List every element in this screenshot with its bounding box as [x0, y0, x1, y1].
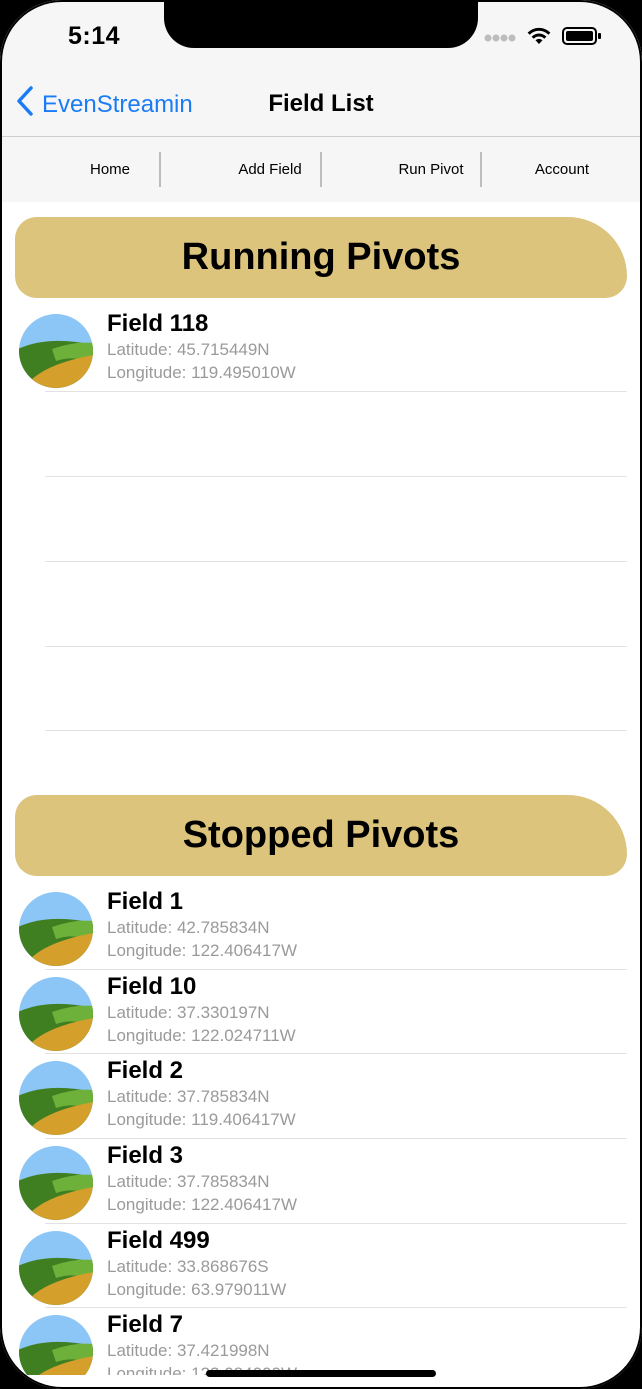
row-separator [45, 730, 627, 731]
row-separator [45, 646, 627, 647]
toolbar-divider [159, 152, 161, 187]
toolbar: Home Add Field Run Pivot Account [0, 137, 642, 202]
field-name: Field 499 [107, 1227, 210, 1254]
status-icons [484, 26, 602, 51]
field-row-stopped[interactable]: Field 2 Latitude: 37.785834N Longitude: … [0, 1053, 642, 1138]
field-name: Field 10 [107, 973, 197, 1000]
field-latitude: Latitude: 33.868676S [107, 1257, 269, 1276]
field-name: Field 1 [107, 888, 184, 915]
field-landscape-icon [18, 313, 94, 389]
field-landscape-icon [18, 1230, 94, 1306]
row-separator [45, 561, 627, 562]
page-title: Field List [268, 90, 374, 117]
running-pivots-header: Running Pivots [15, 217, 627, 298]
stopped-pivots-header: Stopped Pivots [15, 795, 627, 876]
home-indicator[interactable] [206, 1370, 436, 1377]
wifi-icon [526, 26, 552, 51]
field-longitude: Longitude: 63.979011W [107, 1280, 287, 1299]
phone-screen: 5:14 EvenStreamin Field List Home Add Fi… [0, 0, 642, 1389]
field-latitude: Latitude: 42.785834N [107, 918, 270, 937]
notch [164, 0, 478, 48]
field-latitude: Latitude: 37.785834N [107, 1172, 270, 1191]
field-latitude: Latitude: 37.421998N [107, 1341, 270, 1360]
field-landscape-icon [18, 976, 94, 1052]
field-longitude: Longitude: 122.406417W [107, 1195, 297, 1214]
field-row-stopped[interactable]: Field 1 Latitude: 42.785834N Longitude: … [0, 884, 642, 969]
battery-icon [562, 26, 602, 51]
field-name: Field 3 [107, 1142, 184, 1169]
toolbar-divider [480, 152, 482, 187]
field-name: Field 7 [107, 1311, 184, 1338]
field-latitude: Latitude: 45.715449N [107, 340, 270, 359]
account-button[interactable]: Account [492, 137, 632, 202]
row-separator [45, 476, 627, 477]
field-longitude: Longitude: 119.495010W [107, 363, 296, 382]
navigation-bar: EvenStreamin Field List [0, 70, 642, 137]
field-longitude: Longitude: 122.024711W [107, 1026, 296, 1045]
field-longitude: Longitude: 122.406417W [107, 941, 297, 960]
field-row-stopped[interactable]: Field 7 Latitude: 37.421998N Longitude: … [0, 1307, 642, 1375]
field-row-stopped[interactable]: Field 499 Latitude: 33.868676S Longitude… [0, 1223, 642, 1308]
field-landscape-icon [18, 1314, 94, 1375]
field-landscape-icon [18, 1145, 94, 1221]
field-row-running[interactable]: Field 118 Latitude: 45.715449N Longitude… [0, 306, 642, 391]
add-field-button[interactable]: Add Field [200, 137, 340, 202]
row-separator [45, 391, 627, 392]
field-row-stopped[interactable]: Field 10 Latitude: 37.330197N Longitude:… [0, 969, 642, 1054]
field-longitude: Longitude: 119.406417W [107, 1110, 296, 1129]
signal-icon [484, 30, 516, 48]
field-row-stopped[interactable]: Field 3 Latitude: 37.785834N Longitude: … [0, 1138, 642, 1223]
field-landscape-icon [18, 1060, 94, 1136]
field-name: Field 118 [107, 310, 209, 337]
toolbar-divider [320, 152, 322, 187]
status-bar: 5:14 [0, 0, 642, 70]
field-landscape-icon [18, 891, 94, 967]
field-name: Field 2 [107, 1057, 184, 1084]
field-latitude: Latitude: 37.330197N [107, 1003, 270, 1022]
field-latitude: Latitude: 37.785834N [107, 1087, 270, 1106]
status-time: 5:14 [68, 22, 121, 50]
